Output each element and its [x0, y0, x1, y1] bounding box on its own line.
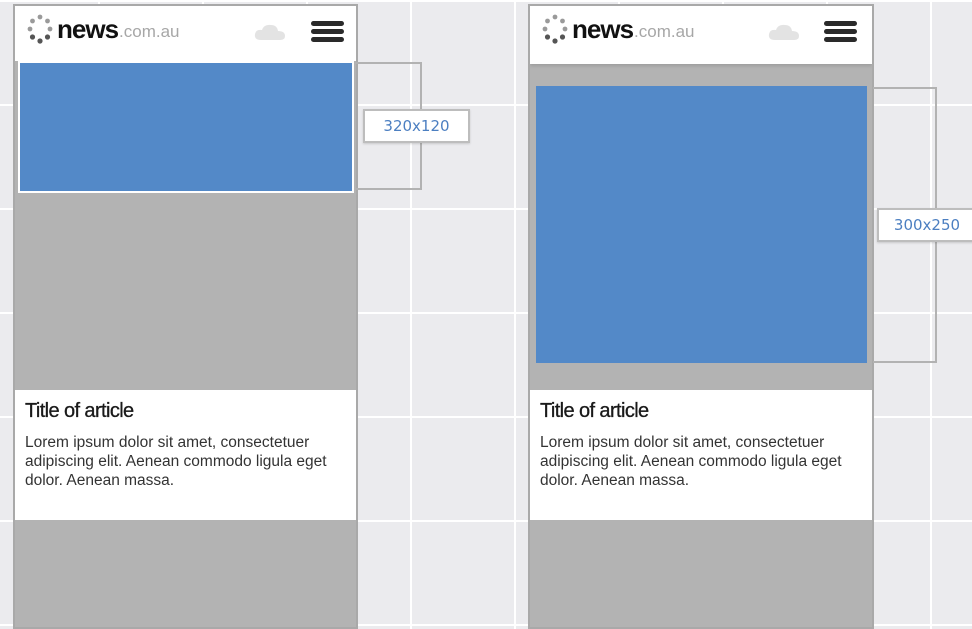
- article-title[interactable]: Title of article: [25, 400, 134, 423]
- ad-slot-mrec: [536, 86, 867, 363]
- logo-brand: news: [572, 14, 634, 44]
- hamburger-menu-icon[interactable]: [824, 21, 857, 43]
- site-logo[interactable]: news .com.au: [540, 12, 695, 46]
- article-body: Lorem ipsum dolor sit amet, consectetuer…: [25, 434, 327, 489]
- logo-domain: .com.au: [634, 21, 695, 41]
- article-title[interactable]: Title of article: [540, 400, 649, 423]
- news-dots-icon: [542, 14, 568, 44]
- article-card[interactable]: Title of article Lorem ipsum dolor sit a…: [15, 390, 356, 520]
- phone-mockup-banner: news .com.au Title of article Lorem ipsu…: [13, 4, 358, 629]
- ad-size-label: 320x120: [363, 109, 470, 143]
- ad-slot-banner: [18, 61, 354, 193]
- logo-brand: news: [57, 14, 119, 44]
- logo-domain: .com.au: [119, 21, 180, 41]
- cloud-icon[interactable]: [253, 22, 287, 42]
- site-header: news .com.au: [15, 6, 356, 61]
- hamburger-menu-icon[interactable]: [311, 21, 344, 43]
- site-logo[interactable]: news .com.au: [25, 12, 180, 46]
- article-body: Lorem ipsum dolor sit amet, consectetuer…: [540, 434, 842, 489]
- phone-mockup-mrec: news .com.au Title of article Lorem ipsu…: [528, 4, 874, 629]
- site-header: news .com.au: [530, 6, 872, 64]
- news-dots-icon: [27, 14, 53, 44]
- article-card[interactable]: Title of article Lorem ipsum dolor sit a…: [530, 390, 872, 520]
- ad-size-label: 300x250: [877, 208, 972, 242]
- cloud-icon[interactable]: [767, 22, 801, 42]
